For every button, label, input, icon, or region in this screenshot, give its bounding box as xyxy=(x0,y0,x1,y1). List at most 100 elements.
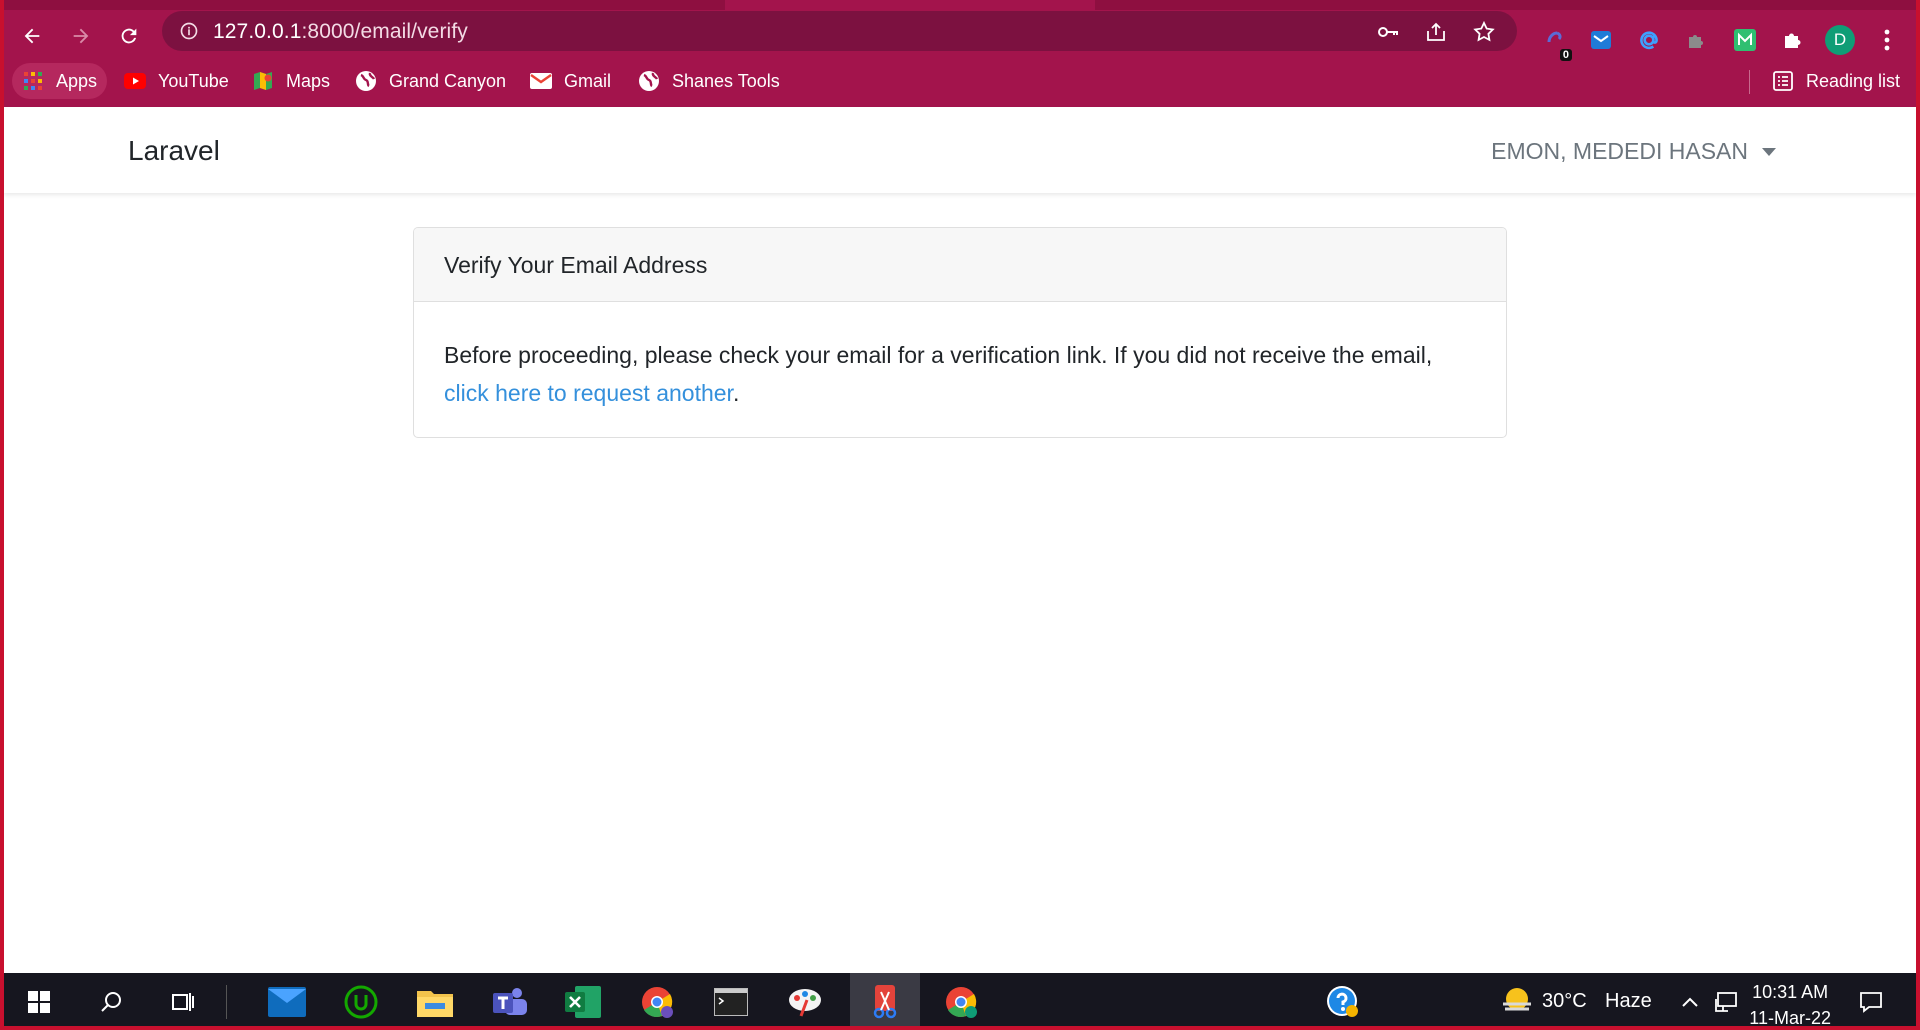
mail-icon xyxy=(268,986,306,1017)
bookmark-label: Maps xyxy=(286,70,331,91)
weather-haze-icon xyxy=(1503,988,1531,1011)
extension-badge: 0 xyxy=(1559,49,1572,61)
gmail-icon xyxy=(530,70,552,92)
chevron-up-icon xyxy=(1682,997,1698,1007)
puzzle-extension-button[interactable] xyxy=(1682,25,1712,55)
taskbar-chrome-profile-d[interactable] xyxy=(926,973,996,1030)
chrome-icon xyxy=(946,986,977,1018)
mail-extension-icon xyxy=(1591,31,1611,49)
bookmark-maps[interactable]: Maps xyxy=(242,63,340,99)
bookmarks-divider xyxy=(1749,70,1750,94)
upwork-icon xyxy=(344,985,378,1018)
notification-icon xyxy=(1860,991,1882,1013)
task-view-icon xyxy=(172,992,194,1011)
bookmark-youtube[interactable]: YouTube xyxy=(114,63,239,99)
taskbar-chrome-profile-t[interactable] xyxy=(622,973,692,1030)
extension-puzzle-icon xyxy=(1689,35,1703,48)
bookmark-label: Apps xyxy=(56,70,98,91)
start-button[interactable] xyxy=(4,973,74,1030)
help-icon xyxy=(1327,985,1358,1017)
share-icon[interactable] xyxy=(1424,20,1448,44)
m-extension-button[interactable] xyxy=(1730,25,1760,55)
chrome-icon xyxy=(642,986,673,1018)
bookmark-star-icon[interactable] xyxy=(1472,20,1496,44)
address-bar[interactable]: 127.0.0.1:8000/email/verify xyxy=(162,11,1517,51)
notifications-button[interactable] xyxy=(1846,973,1896,1030)
taskbar-excel[interactable] xyxy=(548,973,618,1030)
back-button[interactable] xyxy=(14,18,50,54)
weather-widget[interactable]: 30°C Haze xyxy=(1496,973,1660,1030)
search-icon xyxy=(101,991,121,1012)
paint-palette-icon xyxy=(789,988,821,1017)
url-text: 127.0.0.1:8000/email/verify xyxy=(213,20,468,43)
taskbar-paint[interactable] xyxy=(770,973,840,1030)
youtube-icon xyxy=(124,70,146,92)
mail-extension-button[interactable] xyxy=(1586,25,1616,55)
bookmark-apps[interactable]: Apps xyxy=(12,63,108,99)
taskbar-snipping-tool[interactable] xyxy=(850,973,920,1030)
browser-menu-button[interactable] xyxy=(1872,25,1902,55)
trailing-period: . xyxy=(732,380,740,406)
at-extension-button[interactable] xyxy=(1634,25,1664,55)
taskbar-mail[interactable] xyxy=(252,973,322,1030)
system-clock[interactable]: 10:31 AM 11-Mar-22 xyxy=(1749,979,1831,1030)
reading-list-button[interactable]: Reading list xyxy=(1762,63,1910,99)
verification-message: Before proceeding, please check your ema… xyxy=(444,342,1433,368)
user-name: EMON, MEDEDI HASAN xyxy=(1491,138,1748,164)
arrow-right-icon xyxy=(73,28,89,44)
bookmark-label: YouTube xyxy=(158,70,229,91)
extensions-button[interactable] xyxy=(1778,25,1808,55)
excel-icon xyxy=(565,985,601,1018)
weather-temperature: 30°C xyxy=(1542,990,1587,1012)
user-dropdown[interactable]: EMON, MEDEDI HASAN xyxy=(1491,138,1776,165)
network-icon xyxy=(1715,991,1737,1012)
at-sign-icon xyxy=(1640,31,1658,50)
forward-button[interactable] xyxy=(63,18,99,54)
brand-link[interactable]: Laravel xyxy=(128,135,220,167)
bookmarks-bar: Apps YouTube Maps Grand Canyon Gmail Sha… xyxy=(0,62,1920,107)
bookmark-label: Gmail xyxy=(564,70,612,91)
app-navbar: Laravel EMON, MEDEDI HASAN xyxy=(4,107,1916,193)
bookmark-label: Shanes Tools xyxy=(672,70,780,91)
tab-strip xyxy=(0,0,1920,10)
clock-date: 11-Mar-22 xyxy=(1749,1008,1831,1028)
card-title: Verify Your Email Address xyxy=(414,228,1506,302)
card-body: Before proceeding, please check your ema… xyxy=(414,302,1506,437)
caret-down-icon xyxy=(1762,147,1776,156)
key-icon[interactable] xyxy=(1376,20,1400,44)
clock-time: 10:31 AM xyxy=(1752,982,1829,1002)
kebab-menu-icon xyxy=(1884,29,1890,51)
taskbar-file-explorer[interactable] xyxy=(400,973,470,1030)
resend-verification-link[interactable]: click here to request another xyxy=(444,380,733,406)
help-tray-button[interactable] xyxy=(1308,973,1378,1030)
reading-list-icon xyxy=(1772,70,1794,92)
globe-icon xyxy=(638,70,660,92)
taskbar-terminal[interactable] xyxy=(696,973,766,1030)
bookmark-gmail[interactable]: Gmail xyxy=(520,63,621,99)
show-hidden-icons-button[interactable] xyxy=(1670,973,1710,1030)
taskbar-upwork[interactable] xyxy=(326,973,396,1030)
browser-toolbar: 127.0.0.1:8000/email/verify 0 D xyxy=(0,10,1920,62)
search-button[interactable] xyxy=(76,973,146,1030)
maps-icon xyxy=(252,70,274,92)
extension-counter-button[interactable]: 0 xyxy=(1540,25,1572,61)
reading-list-label: Reading list xyxy=(1806,70,1901,91)
task-view-button[interactable] xyxy=(148,973,218,1030)
scissors-icon xyxy=(873,984,897,1018)
apps-grid-icon xyxy=(22,70,44,92)
windows-logo-icon xyxy=(28,990,50,1013)
teams-icon xyxy=(493,987,527,1015)
network-button[interactable] xyxy=(1706,973,1746,1030)
bookmark-shanes-tools[interactable]: Shanes Tools xyxy=(628,63,790,99)
terminal-icon xyxy=(714,987,748,1016)
folder-icon xyxy=(417,990,453,1017)
windows-taskbar: 30°C Haze 10:31 AM 11-Mar-22 xyxy=(4,973,1916,1030)
web-page: Laravel EMON, MEDEDI HASAN Verify Your E… xyxy=(4,107,1916,973)
profile-button[interactable]: D xyxy=(1825,25,1855,55)
site-info-icon[interactable] xyxy=(179,21,199,41)
taskbar-teams[interactable] xyxy=(474,973,544,1030)
m-extension-icon xyxy=(1734,29,1756,51)
reload-button[interactable] xyxy=(111,18,147,54)
bookmark-grand-canyon[interactable]: Grand Canyon xyxy=(345,63,516,99)
taskbar-separator xyxy=(226,985,227,1019)
